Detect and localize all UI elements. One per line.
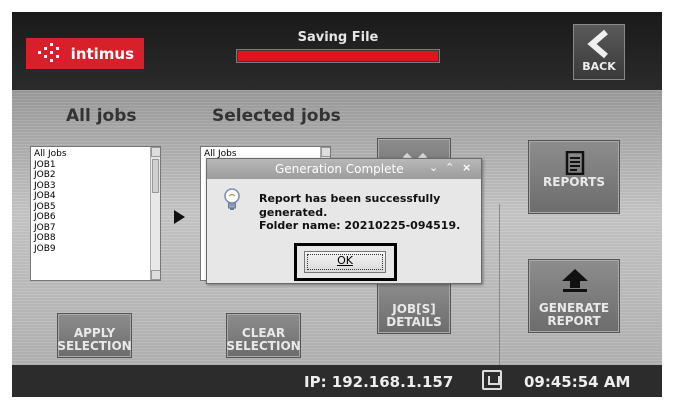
close-icon[interactable]: ×: [462, 161, 471, 174]
scroll-up-icon[interactable]: [151, 147, 160, 157]
logo-dots-icon: [38, 43, 59, 62]
ip-address: IP: 192.168.1.157: [304, 373, 454, 391]
dialog-title: Generation Complete: [275, 162, 404, 176]
move-right-icon[interactable]: [174, 210, 185, 224]
list-item[interactable]: JOB6: [34, 212, 160, 223]
intimus-logo: intimus: [26, 38, 144, 69]
dialog-line-3: Folder name: 20210225-094519.: [259, 219, 461, 232]
dialog-line-1: Report has been successfully: [259, 192, 441, 205]
jobs-label-2: DETAILS: [386, 315, 442, 329]
app-window: intimus Saving File BACK All jobs Select…: [12, 12, 662, 397]
apply-label-2: SELECTION: [57, 339, 132, 353]
ok-label: OK: [337, 254, 353, 267]
reports-label: REPORTS: [543, 175, 605, 189]
lightbulb-icon: [224, 188, 240, 210]
all-jobs-list[interactable]: All Jobs JOB1 JOB2 JOB3 JOB4 JOB5 JOB6 JOB7 JOB8…: [30, 146, 161, 281]
progress-fill: [238, 51, 438, 61]
list-item[interactable]: JOB1: [34, 160, 160, 171]
back-label: BACK: [582, 60, 616, 73]
upload-arrow-icon: [562, 269, 588, 292]
list-item[interactable]: JOB4: [34, 191, 160, 202]
status-footer: IP: 192.168.1.157 09:45:54 AM: [12, 365, 662, 397]
generate-label-2: REPORT: [547, 314, 601, 328]
list-item[interactable]: JOB3: [34, 181, 160, 192]
back-button[interactable]: BACK: [573, 24, 625, 80]
list-item[interactable]: JOB5: [34, 202, 160, 213]
chevron-up-icon[interactable]: ⌃: [445, 161, 454, 174]
back-arrow-icon: [587, 29, 608, 59]
list-item[interactable]: JOB2: [34, 170, 160, 181]
clear-selection-button[interactable]: CLEAR SELECTION: [226, 313, 301, 358]
list-item[interactable]: JOB7: [34, 223, 160, 234]
header-bar: intimus Saving File BACK: [12, 12, 662, 90]
list-item[interactable]: JOB8: [34, 233, 160, 244]
all-jobs-title: All jobs: [66, 106, 137, 126]
dialog-line-2: generated.: [259, 205, 328, 219]
clear-label-2: SELECTION: [226, 339, 301, 353]
logo-text: intimus: [70, 44, 134, 63]
generation-complete-dialog: Generation Complete ⌄ ⌃ × Report has bee…: [206, 158, 482, 284]
selected-jobs-title: Selected jobs: [212, 106, 341, 126]
document-icon: [565, 151, 585, 175]
generate-report-button[interactable]: GENERATE REPORT: [528, 259, 620, 333]
ok-button[interactable]: OK: [304, 251, 386, 273]
all-jobs-scrollbar[interactable]: [150, 147, 160, 280]
clock: 09:45:54 AM: [524, 373, 631, 391]
list-item[interactable]: JOB9: [34, 244, 160, 255]
scroll-down-icon[interactable]: [151, 270, 160, 280]
reports-button[interactable]: REPORTS: [528, 140, 620, 214]
apply-selection-button[interactable]: APPLY SELECTION: [57, 313, 132, 358]
scroll-up-icon[interactable]: [321, 147, 330, 157]
dialog-titlebar[interactable]: Generation Complete ⌄ ⌃ ×: [207, 159, 481, 179]
scroll-thumb[interactable]: [152, 159, 159, 193]
all-jobs-items: All Jobs JOB1 JOB2 JOB3 JOB4 JOB5 JOB6 JOB7 JOB8…: [34, 149, 160, 254]
network-icon: [482, 370, 502, 390]
status-title: Saving File: [297, 30, 379, 45]
chevron-down-icon[interactable]: ⌄: [429, 161, 438, 174]
progress-bar: [236, 49, 440, 63]
dialog-message: Report has been successfully generated. …: [259, 192, 460, 233]
job-details-button[interactable]: JOB[S] DETAILS: [377, 282, 451, 334]
list-item[interactable]: All Jobs: [34, 149, 160, 160]
